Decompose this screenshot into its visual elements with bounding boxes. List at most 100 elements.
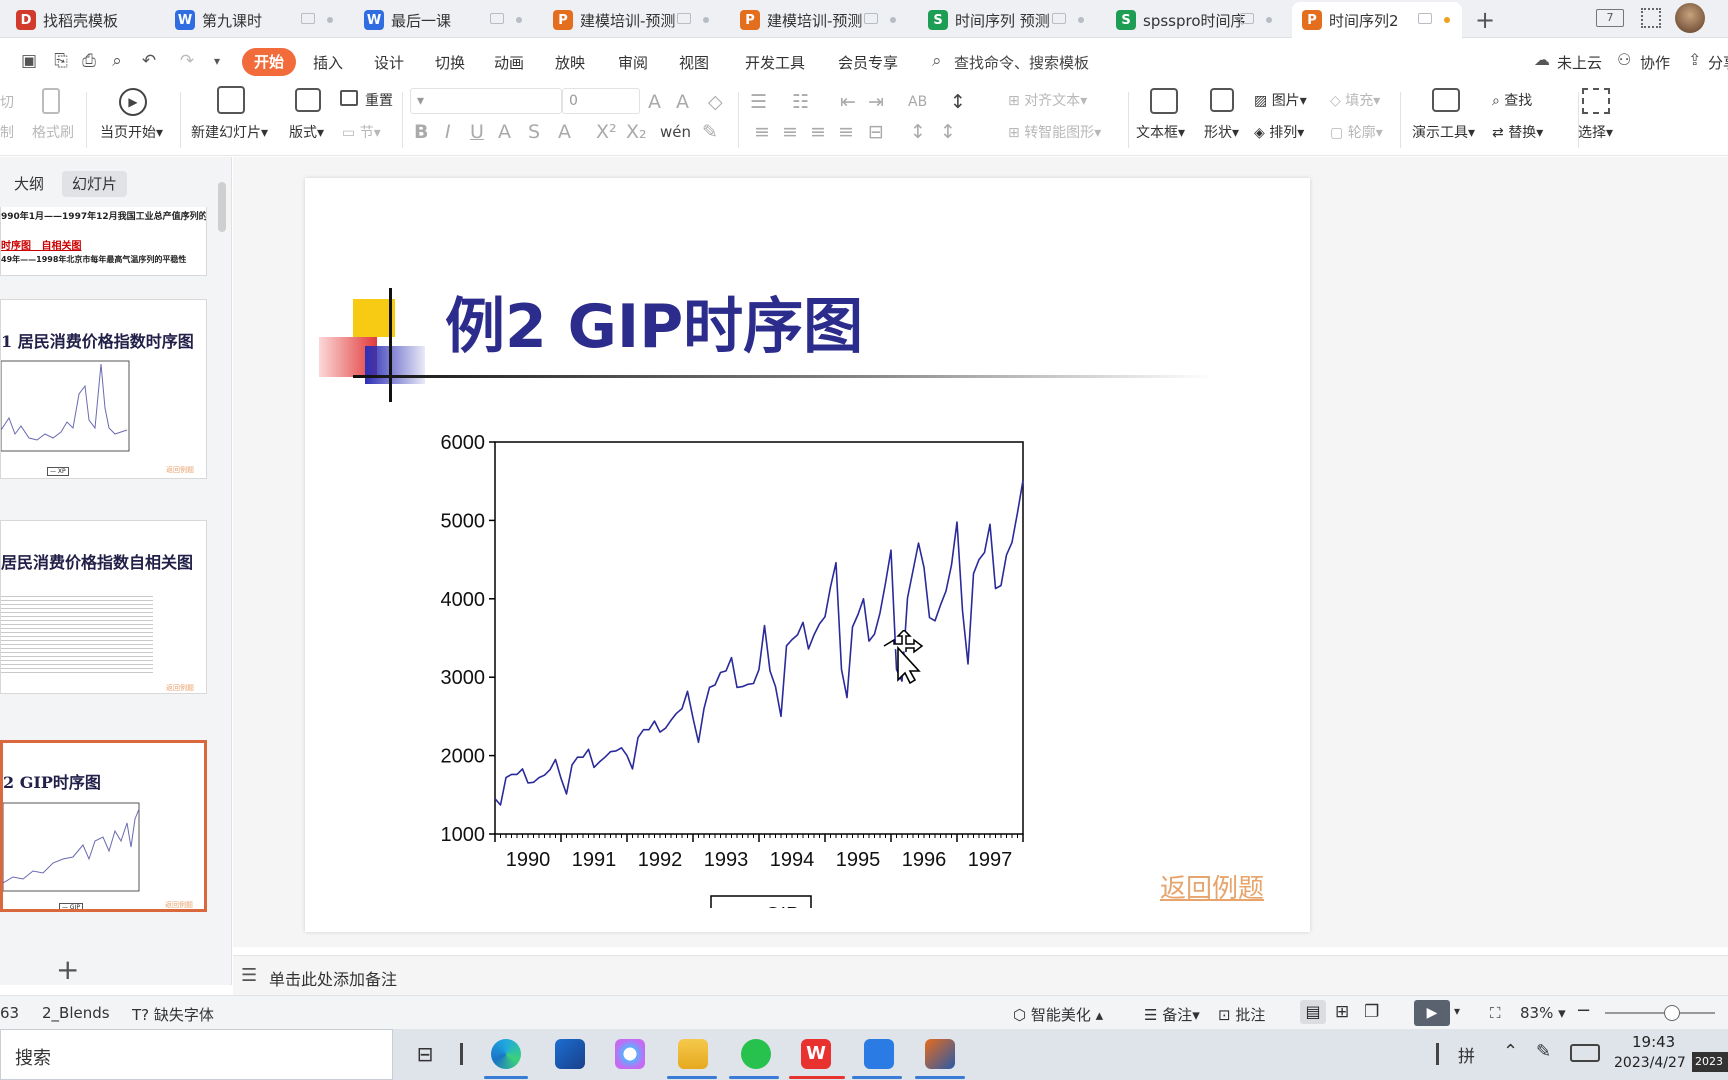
align-right-icon[interactable]: ≡ [810,122,826,142]
distribute-icon[interactable]: ⊟ [868,122,884,142]
close-tab-icon[interactable] [516,17,522,23]
font-size-select[interactable]: 0 [562,88,640,114]
user-avatar[interactable] [1675,3,1705,33]
sort-icon[interactable]: ↕ [950,92,966,112]
fill-button[interactable]: ◇ 填充▾ [1330,90,1380,110]
tab-document[interactable]: W 第九课时 [165,2,345,38]
monitor-icon[interactable] [1052,13,1066,24]
redo-icon[interactable]: ↷ [176,51,198,71]
new-slide-button[interactable]: 新建幻灯片▾ [191,122,268,142]
reading-view-icon[interactable]: ❐ [1364,1002,1379,1022]
close-tab-icon[interactable] [1266,17,1272,23]
notes-toggle-button[interactable]: ☰ 备注▾ [1144,1004,1200,1025]
paragraph-spacing-icon[interactable]: ↕ [940,122,956,142]
smart-beautify-button[interactable]: ⬡ 智能美化 ▴ [1013,1004,1103,1025]
slide-canvas[interactable]: 例2 GIP时序图 1000 2000 3000 4000 5000 6000 1990 19… [305,178,1310,932]
tab-document[interactable]: D 找稻壳模板 [6,2,156,38]
align-text-button[interactable]: ⊞ 对齐文本▾ [1008,90,1087,110]
phonetic-icon[interactable]: wén [660,122,691,142]
tab-outline[interactable]: 大纲 [4,171,54,197]
tab-document[interactable]: S 时间序列 预测 [918,2,1096,38]
strikethrough-icon[interactable]: A [498,122,511,142]
tab-document[interactable]: P 时间序列2 [1292,2,1462,38]
decrease-indent-icon[interactable]: ⇤ [840,92,856,112]
edge-browser-icon[interactable] [491,1039,521,1069]
slide-thumbnail-62[interactable]: 居民消费价格指数自相关图 返回例题 [0,520,207,694]
add-slide-icon[interactable]: + [56,953,79,986]
smart-art-button[interactable]: ⊞ 转智能图形▾ [1008,122,1101,142]
photos-app-icon[interactable] [615,1039,645,1069]
present-tools-button[interactable]: 演示工具▾ [1412,122,1475,142]
zoom-level[interactable]: 83% ▾ [1520,1004,1566,1022]
section-button[interactable]: ▭ 节▾ [342,122,381,142]
close-tab-icon[interactable] [703,17,709,23]
task-view-icon[interactable]: ⊟ [410,1039,440,1069]
replace-button[interactable]: ⇄ 替换▾ [1492,122,1543,142]
notes-placeholder[interactable]: 单击此处添加备注 [269,966,397,990]
zoom-out-icon[interactable]: − [1576,1000,1591,1021]
share-button[interactable]: 分享 [1708,52,1728,73]
cloud-icon[interactable]: ☁ [1534,50,1550,69]
window-layout-icon[interactable]: 7 [1596,9,1624,27]
line-spacing-icon[interactable]: ↕ [910,122,926,142]
search-icon[interactable]: ⌕ [932,51,942,71]
missing-font-button[interactable]: T? 缺失字体 [132,1004,214,1025]
bold-icon[interactable]: B [414,122,428,142]
font-name-select[interactable]: ▾ [410,88,562,114]
menu-tab[interactable]: 会员专享 [838,52,898,73]
slideshow-dropdown-icon[interactable]: ▾ [1454,1004,1460,1018]
share-icon[interactable]: ⇪ [1688,50,1701,69]
notes-bar[interactable]: ☰ 单击此处添加备注 [233,955,1728,995]
grid-apps-icon[interactable] [1641,8,1661,28]
monitor-icon[interactable] [1418,13,1432,24]
monitor-icon[interactable] [490,13,504,24]
justify-icon[interactable]: ≡ [838,122,854,142]
zoom-slider-track[interactable] [1605,1012,1715,1014]
slide-sorter-icon[interactable]: ⊞ [1335,1002,1349,1022]
slide-title[interactable]: 例2 GIP时序图 [445,278,863,365]
monitor-icon[interactable] [301,13,315,24]
pen-icon[interactable]: ✎ [1536,1041,1551,1062]
tab-start[interactable]: 开始 [242,48,296,76]
unsaved-dot-icon[interactable] [1444,17,1450,23]
file-explorer-icon[interactable] [678,1039,708,1069]
font-shrink-icon[interactable]: A [676,92,689,112]
clock-time[interactable]: 19:43 [1632,1033,1675,1051]
text-box-button[interactable]: 文本框▾ [1136,122,1185,142]
tab-document[interactable]: Sspsspro时间序 [1106,2,1284,38]
quick-access-dropdown-icon[interactable]: ▾ [206,51,228,71]
bullet-list-icon[interactable]: ☰ [750,92,767,112]
slideshow-button[interactable]: ▶ [1414,1000,1450,1026]
menu-tab[interactable]: 放映 [555,52,585,73]
find-button[interactable]: ⌕ 查找 [1492,90,1532,110]
layout-button[interactable]: 版式▾ [289,122,324,142]
tab-slides[interactable]: 幻灯片 [62,171,128,197]
tray-expand-icon[interactable]: ⌃ [1503,1041,1518,1062]
monitor-icon[interactable] [864,13,878,24]
undo-icon[interactable]: ↶ [138,51,160,71]
taskbar-search-box[interactable]: 搜索 [0,1029,393,1080]
font-grow-icon[interactable]: A [648,92,661,112]
italic-icon[interactable]: I [445,122,451,142]
zoom-slider-handle[interactable] [1664,1005,1680,1021]
export-icon[interactable]: ⎘ [50,51,72,71]
menu-tab[interactable]: 开发工具 [745,52,805,73]
clear-format-icon[interactable]: ◇ [708,92,723,112]
save-icon[interactable]: ▣ [18,51,40,71]
tab-document[interactable]: P 建模培训-预测 [543,2,721,38]
menu-tab[interactable]: 审阅 [618,52,648,73]
menu-tab[interactable]: 切换 [435,52,465,73]
thumbnail-scrollbar[interactable] [218,182,226,232]
monitor-icon[interactable] [1240,13,1254,24]
wps-office-icon[interactable]: W [801,1039,831,1069]
outline-button[interactable]: ▢ 轮廓▾ [1330,122,1383,142]
cloud-status[interactable]: 未上云 [1557,52,1602,73]
text-direction-icon[interactable]: AB [908,92,927,112]
wechat-icon[interactable] [741,1039,771,1069]
align-left-icon[interactable]: ≡ [754,122,770,142]
menu-tab[interactable]: 动画 [494,52,524,73]
numbered-list-icon[interactable]: ☷ [792,92,809,112]
comments-button[interactable]: ⊡ 批注 [1218,1004,1265,1025]
clock-date[interactable]: 2023/4/27 [1614,1055,1686,1071]
collab-button[interactable]: 协作 [1640,52,1670,73]
